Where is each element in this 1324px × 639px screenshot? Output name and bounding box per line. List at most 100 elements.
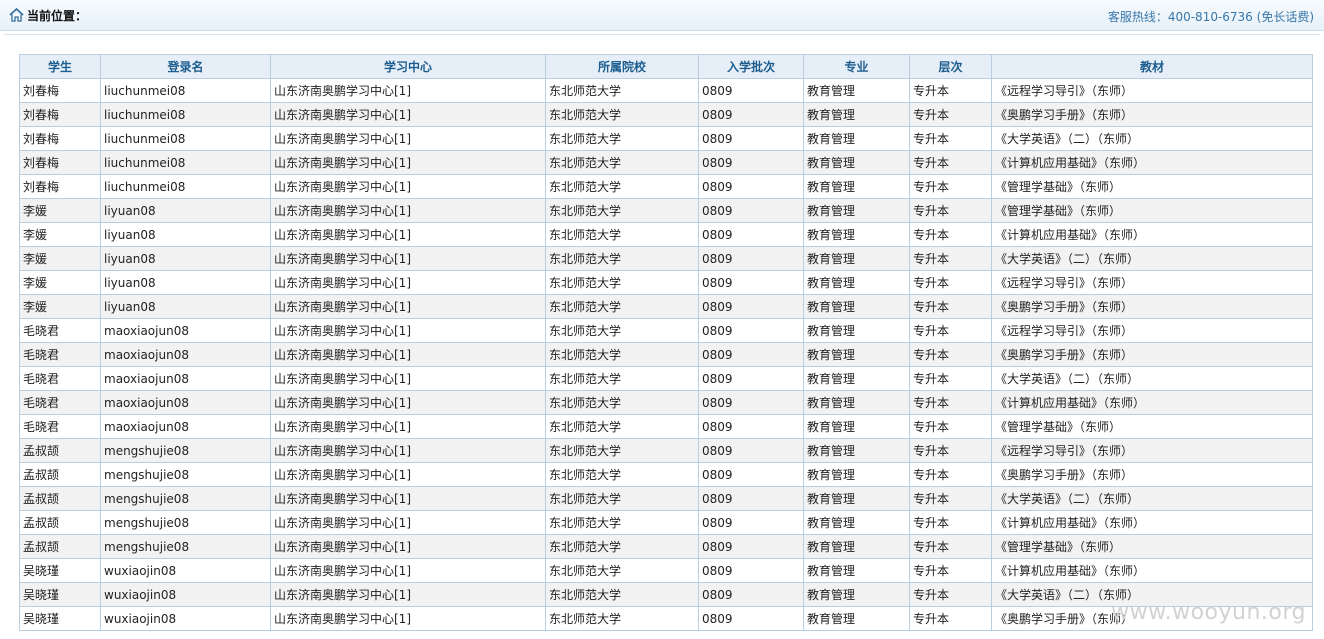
batch-cell: 0809 xyxy=(698,126,804,151)
school-cell: 东北师范大学 xyxy=(545,174,699,199)
login-cell: mengshujie08 xyxy=(100,534,271,559)
batch-cell: 0809 xyxy=(698,222,804,247)
school-cell: 东北师范大学 xyxy=(545,558,699,583)
textbook-cell: 《计算机应用基础》（东师） xyxy=(991,510,1313,535)
level-cell: 专升本 xyxy=(909,150,992,175)
login-cell: maoxiaojun08 xyxy=(100,318,271,343)
student-cell: 毛晓君 xyxy=(19,318,101,343)
watermark: www.wooyun.org xyxy=(1111,600,1306,625)
student-cell: 孟叔颉 xyxy=(19,510,101,535)
school-cell: 东北师范大学 xyxy=(545,342,699,367)
batch-cell: 0809 xyxy=(698,150,804,175)
center-cell: 山东济南奥鹏学习中心[1] xyxy=(270,462,546,487)
textbook-cell: 《管理学基础》（东师） xyxy=(991,174,1313,199)
column-header-textbook: 教材 xyxy=(991,54,1313,79)
login-cell: maoxiaojun08 xyxy=(100,390,271,415)
textbook-cell: 《管理学基础》（东师） xyxy=(991,414,1313,439)
table-row: 李媛 liyuan08 山东济南奥鹏学习中心[1] 东北师范大学 0809 教育管理 专升本… xyxy=(19,294,1313,319)
batch-cell: 0809 xyxy=(698,390,804,415)
service-hotline: 客服热线：400-810-6736 (免长话费) xyxy=(1107,10,1314,24)
login-cell: liyuan08 xyxy=(100,270,271,295)
table-row: 毛晓君 maoxiaojun08 山东济南奥鹏学习中心[1] 东北师范大学 0809 教育… xyxy=(19,342,1313,367)
level-cell: 专升本 xyxy=(909,510,992,535)
school-cell: 东北师范大学 xyxy=(545,582,699,607)
center-cell: 山东济南奥鹏学习中心[1] xyxy=(270,558,546,583)
textbook-cell: 《远程学习导引》（东师） xyxy=(991,78,1313,103)
school-cell: 东北师范大学 xyxy=(545,150,699,175)
major-cell: 教育管理 xyxy=(803,366,910,391)
level-cell: 专升本 xyxy=(909,246,992,271)
textbook-cell: 《计算机应用基础》（东师） xyxy=(991,390,1313,415)
student-cell: 毛晓君 xyxy=(19,390,101,415)
level-cell: 专升本 xyxy=(909,78,992,103)
major-cell: 教育管理 xyxy=(803,582,910,607)
table-row: 毛晓君 maoxiaojun08 山东济南奥鹏学习中心[1] 东北师范大学 0809 教育… xyxy=(19,414,1313,439)
textbook-cell: 《远程学习导引》（东师） xyxy=(991,438,1313,463)
major-cell: 教育管理 xyxy=(803,102,910,127)
major-cell: 教育管理 xyxy=(803,270,910,295)
batch-cell: 0809 xyxy=(698,606,804,631)
column-header-level: 层次 xyxy=(909,54,992,79)
school-cell: 东北师范大学 xyxy=(545,510,699,535)
textbook-table: 学生 登录名 学习中心 所属院校 入学批次 专业 层次 教材 刘春梅 liuchu… xyxy=(19,54,1313,631)
location-bar: 当前位置： 客服热线：400-810-6736 (免长话费) xyxy=(0,0,1324,31)
textbook-cell: 《管理学基础》（东师） xyxy=(991,198,1313,223)
textbook-cell: 《大学英语》（二）（东师） xyxy=(991,486,1313,511)
student-cell: 孟叔颉 xyxy=(19,438,101,463)
school-cell: 东北师范大学 xyxy=(545,222,699,247)
school-cell: 东北师范大学 xyxy=(545,438,699,463)
textbook-cell: 《奥鹏学习手册》（东师） xyxy=(991,462,1313,487)
center-cell: 山东济南奥鹏学习中心[1] xyxy=(270,174,546,199)
batch-cell: 0809 xyxy=(698,534,804,559)
center-cell: 山东济南奥鹏学习中心[1] xyxy=(270,78,546,103)
major-cell: 教育管理 xyxy=(803,558,910,583)
batch-cell: 0809 xyxy=(698,294,804,319)
table-row: 李媛 liyuan08 山东济南奥鹏学习中心[1] 东北师范大学 0809 教育管理 专升本… xyxy=(19,246,1313,271)
login-cell: liyuan08 xyxy=(100,246,271,271)
student-cell: 孟叔颉 xyxy=(19,534,101,559)
textbook-cell: 《管理学基础》（东师） xyxy=(991,534,1313,559)
table-row: 刘春梅 liuchunmei08 山东济南奥鹏学习中心[1] 东北师范大学 0809 教育… xyxy=(19,150,1313,175)
column-header-student: 学生 xyxy=(19,54,101,79)
center-cell: 山东济南奥鹏学习中心[1] xyxy=(270,246,546,271)
center-cell: 山东济南奥鹏学习中心[1] xyxy=(270,582,546,607)
school-cell: 东北师范大学 xyxy=(545,198,699,223)
center-cell: 山东济南奥鹏学习中心[1] xyxy=(270,414,546,439)
login-cell: liuchunmei08 xyxy=(100,102,271,127)
batch-cell: 0809 xyxy=(698,102,804,127)
textbook-cell: 《奥鹏学习手册》（东师） xyxy=(991,294,1313,319)
login-cell: mengshujie08 xyxy=(100,438,271,463)
current-location-label: 当前位置： xyxy=(27,9,88,23)
level-cell: 专升本 xyxy=(909,462,992,487)
school-cell: 东北师范大学 xyxy=(545,390,699,415)
table-row: 孟叔颉 mengshujie08 山东济南奥鹏学习中心[1] 东北师范大学 0809 教育… xyxy=(19,438,1313,463)
major-cell: 教育管理 xyxy=(803,534,910,559)
school-cell: 东北师范大学 xyxy=(545,294,699,319)
batch-cell: 0809 xyxy=(698,510,804,535)
center-cell: 山东济南奥鹏学习中心[1] xyxy=(270,486,546,511)
level-cell: 专升本 xyxy=(909,294,992,319)
login-cell: liuchunmei08 xyxy=(100,150,271,175)
login-cell: maoxiaojun08 xyxy=(100,366,271,391)
level-cell: 专升本 xyxy=(909,366,992,391)
column-header-batch: 入学批次 xyxy=(698,54,804,79)
school-cell: 东北师范大学 xyxy=(545,318,699,343)
login-cell: liyuan08 xyxy=(100,294,271,319)
header-divider xyxy=(4,34,1320,35)
school-cell: 东北师范大学 xyxy=(545,462,699,487)
batch-cell: 0809 xyxy=(698,414,804,439)
batch-cell: 0809 xyxy=(698,174,804,199)
home-icon xyxy=(9,8,24,22)
batch-cell: 0809 xyxy=(698,366,804,391)
textbook-cell: 《远程学习导引》（东师） xyxy=(991,270,1313,295)
school-cell: 东北师范大学 xyxy=(545,78,699,103)
login-cell: wuxiaojin08 xyxy=(100,582,271,607)
major-cell: 教育管理 xyxy=(803,246,910,271)
column-header-center: 学习中心 xyxy=(270,54,546,79)
login-cell: liyuan08 xyxy=(100,222,271,247)
batch-cell: 0809 xyxy=(698,558,804,583)
center-cell: 山东济南奥鹏学习中心[1] xyxy=(270,606,546,631)
table-row: 孟叔颉 mengshujie08 山东济南奥鹏学习中心[1] 东北师范大学 0809 教育… xyxy=(19,486,1313,511)
major-cell: 教育管理 xyxy=(803,174,910,199)
level-cell: 专升本 xyxy=(909,486,992,511)
